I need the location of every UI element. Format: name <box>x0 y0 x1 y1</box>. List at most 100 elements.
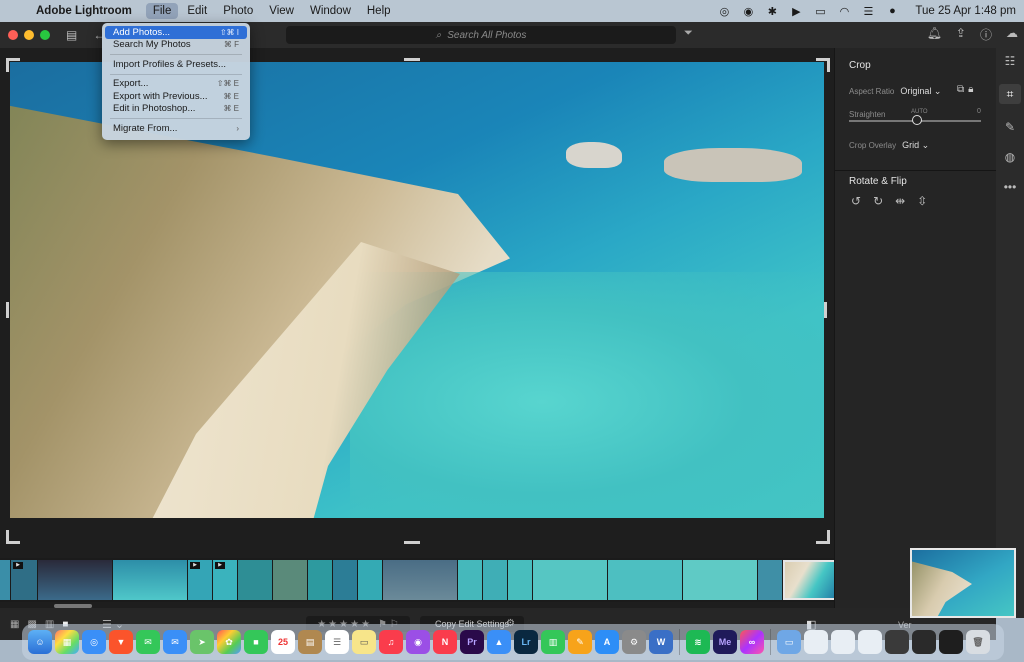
filmstrip-thumb[interactable] <box>458 560 482 600</box>
wordpress-icon[interactable]: W <box>649 630 673 654</box>
recent-document-icon[interactable] <box>858 630 882 654</box>
more-tools-icon[interactable]: ••• <box>1004 180 1017 194</box>
masking-icon[interactable]: ◍ <box>1005 150 1015 164</box>
menu-item-migrate-from[interactable]: Migrate From... › <box>105 122 247 135</box>
siri-icon[interactable]: ● <box>885 5 899 17</box>
filmstrip-thumb[interactable] <box>38 560 112 600</box>
cloud-sync-icon[interactable]: ◎ <box>717 5 731 18</box>
crop-handle-bottom-left[interactable] <box>6 530 20 544</box>
filmstrip-thumb[interactable] <box>333 560 357 600</box>
creative-cloud-icon[interactable]: ∞ <box>740 630 764 654</box>
menu-help[interactable]: Help <box>360 3 398 19</box>
rotate-crop-icon[interactable]: ⧉ <box>957 84 964 95</box>
crop-handle-top-left[interactable] <box>6 58 20 72</box>
facetime-icon[interactable]: ■ <box>244 630 268 654</box>
aspect-ratio-dropdown[interactable]: Original ⌄ <box>900 86 941 97</box>
trash-icon[interactable]: 🗑︎ <box>966 630 990 654</box>
straighten-slider-knob[interactable] <box>912 115 922 125</box>
keynote-icon[interactable]: ▲ <box>487 630 511 654</box>
play-icon[interactable]: ▶ <box>789 5 803 18</box>
menu-item-edit-in-photoshop[interactable]: Edit in Photoshop... ⌘ E <box>105 103 247 116</box>
close-window-button[interactable] <box>8 30 18 40</box>
wifi-icon[interactable]: ◠ <box>837 5 851 18</box>
safari-icon[interactable]: ◎ <box>82 630 106 654</box>
premiere-pro-icon[interactable]: Pr <box>460 630 484 654</box>
filmstrip-thumb[interactable] <box>483 560 507 600</box>
cloud-icon[interactable]: ☁ <box>1006 26 1018 43</box>
recent-window-icon[interactable] <box>885 630 909 654</box>
rotate-left-icon[interactable]: ↺ <box>851 194 861 208</box>
filmstrip-thumb[interactable] <box>758 560 782 600</box>
notes-brown-icon[interactable]: ▤ <box>298 630 322 654</box>
podcasts-icon[interactable]: ◉ <box>406 630 430 654</box>
minimize-window-button[interactable] <box>24 30 34 40</box>
system-settings-icon[interactable]: ⚙ <box>622 630 646 654</box>
flip-vertical-icon[interactable]: ⇳ <box>917 194 927 208</box>
rotate-right-icon[interactable]: ↻ <box>873 194 883 208</box>
menu-window[interactable]: Window <box>303 3 358 19</box>
crop-handle-top-right[interactable] <box>816 58 830 72</box>
menu-item-import-profiles[interactable]: Import Profiles & Presets... <box>105 58 247 71</box>
crop-handle-bottom-right[interactable] <box>816 530 830 544</box>
filmstrip-thumb[interactable]: ▶ <box>11 560 37 600</box>
control-center-icon[interactable]: ☰ <box>861 5 875 18</box>
screenshot-preview-thumbnail[interactable] <box>910 548 1016 618</box>
filmstrip-thumb[interactable] <box>533 560 607 600</box>
maps-icon[interactable]: ➤ <box>190 630 214 654</box>
sidebar-toggle-icon[interactable]: ▤ <box>66 28 77 42</box>
pages-icon[interactable]: ✎ <box>568 630 592 654</box>
lock-icon[interactable]: 🔒︎ <box>968 84 973 95</box>
brave-icon[interactable]: ▼ <box>109 630 133 654</box>
crop-handle-left[interactable] <box>6 302 9 318</box>
healing-brush-icon[interactable]: ✎ <box>1005 120 1015 134</box>
menu-item-add-photos[interactable]: Add Photos... ⇧⌘ I <box>105 26 247 39</box>
edit-sliders-icon[interactable]: ☷ <box>1005 54 1016 68</box>
filmstrip-thumb[interactable] <box>113 560 187 600</box>
messages-icon[interactable]: ✉ <box>136 630 160 654</box>
crop-tool-icon[interactable]: ⌗ <box>999 84 1021 104</box>
straighten-auto-button[interactable]: AUTO <box>911 109 928 115</box>
help-icon[interactable]: ⓘ <box>980 26 992 43</box>
crop-overlay-dropdown[interactable]: Grid ⌄ <box>902 140 929 151</box>
square-grid-icon[interactable]: ▦ <box>10 619 19 630</box>
filmstrip-thumb[interactable] <box>308 560 332 600</box>
crop-handle-top[interactable] <box>404 58 420 61</box>
news-icon[interactable]: N <box>433 630 457 654</box>
lightroom-icon[interactable]: Lr <box>514 630 538 654</box>
filmstrip-thumb-selected[interactable] <box>783 560 834 600</box>
zoom-window-button[interactable] <box>40 30 50 40</box>
crop-handle-right[interactable] <box>824 302 827 318</box>
downloads-folder-icon[interactable]: ▭ <box>777 630 801 654</box>
menu-edit[interactable]: Edit <box>180 3 214 19</box>
recent-document-icon[interactable] <box>804 630 828 654</box>
menu-photo[interactable]: Photo <box>216 3 260 19</box>
search-input[interactable]: ⌕ Search All Photos <box>286 26 676 44</box>
app-store-icon[interactable]: A <box>595 630 619 654</box>
bluetooth-icon[interactable]: ✱ <box>765 5 779 18</box>
filmstrip-thumb[interactable] <box>358 560 382 600</box>
reminders-icon[interactable]: ☰ <box>325 630 349 654</box>
filter-icon[interactable]: ⏷ <box>684 27 693 40</box>
recent-window-icon[interactable] <box>912 630 936 654</box>
photos-icon[interactable]: ✿ <box>217 630 241 654</box>
filmstrip-thumb[interactable] <box>0 560 10 600</box>
filmstrip-thumb[interactable] <box>273 560 307 600</box>
filmstrip-thumb[interactable] <box>508 560 532 600</box>
music-icon[interactable]: ♫ <box>379 630 403 654</box>
filmstrip-thumb[interactable] <box>608 560 682 600</box>
filmstrip-thumb[interactable]: ▶ <box>188 560 212 600</box>
spotify-icon[interactable]: ≋ <box>686 630 710 654</box>
filmstrip-thumb[interactable] <box>238 560 272 600</box>
media-encoder-icon[interactable]: Me <box>713 630 737 654</box>
flip-horizontal-icon[interactable]: ⇹ <box>895 194 905 208</box>
menubar-clock[interactable]: Tue 25 Apr 1:48 pm <box>915 5 1016 17</box>
finder-icon[interactable]: ☺ <box>28 630 52 654</box>
screen-record-icon[interactable]: ◉ <box>741 5 755 18</box>
menu-file[interactable]: File <box>145 3 179 19</box>
filmstrip-thumb[interactable]: ▶ <box>213 560 237 600</box>
share-icon[interactable]: ⇪ <box>956 26 966 43</box>
mail-icon[interactable]: ✉ <box>163 630 187 654</box>
calendar-icon[interactable]: 25 <box>271 630 295 654</box>
menu-item-export[interactable]: Export... ⇧⌘ E <box>105 78 247 91</box>
recent-document-icon[interactable] <box>831 630 855 654</box>
